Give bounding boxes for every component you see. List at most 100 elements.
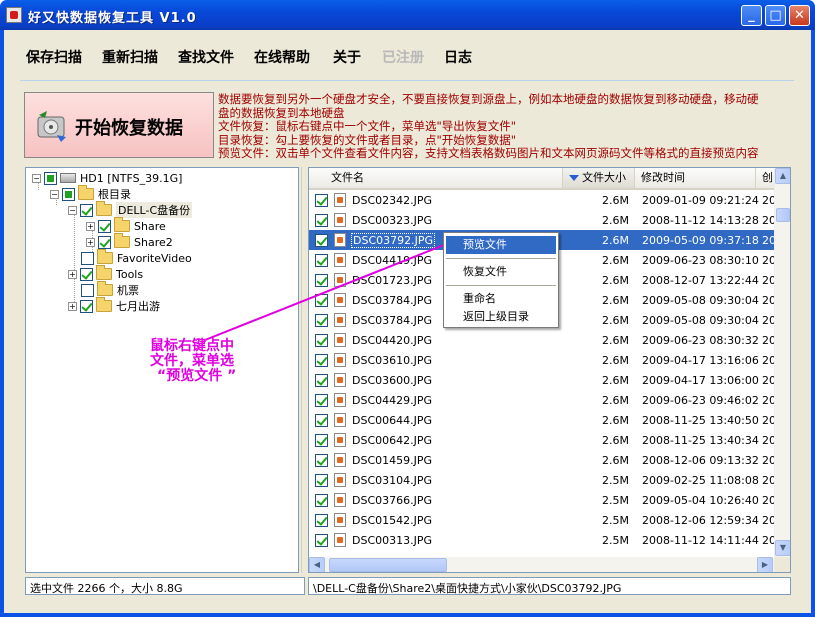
file-mtime: 2008-12-07 13:22:44 <box>642 274 759 287</box>
menu-save-scan[interactable]: 保存扫描 <box>26 47 82 67</box>
scroll-right-button[interactable]: ▶ <box>757 557 773 572</box>
jpg-file-icon <box>334 233 346 247</box>
title-bar[interactable]: 好又快数据恢复工具 V1.0 _ □ ✕ <box>0 0 815 30</box>
table-row[interactable]: DSC03610.JPG 2.6M 2009-04-17 13:16:0620 <box>309 350 774 370</box>
row-checkbox[interactable] <box>315 454 328 467</box>
file-ctime: 20 <box>762 334 774 347</box>
row-checkbox[interactable] <box>315 434 328 447</box>
tree-checkbox[interactable] <box>80 203 93 217</box>
column-header-mtime[interactable]: 修改时间 <box>635 168 756 188</box>
collapse-icon[interactable]: − <box>68 205 77 215</box>
file-ctime: 20 <box>762 314 774 327</box>
file-size: 2.6M <box>602 294 629 307</box>
jpg-file-icon <box>334 413 346 427</box>
table-row[interactable]: DSC03104.JPG 2.5M 2009-02-25 11:08:0820 <box>309 470 774 490</box>
row-checkbox[interactable] <box>315 254 328 267</box>
row-checkbox[interactable] <box>315 314 328 327</box>
row-checkbox[interactable] <box>315 374 328 387</box>
row-checkbox[interactable] <box>315 294 328 307</box>
menu-rescan[interactable]: 重新扫描 <box>102 47 158 67</box>
tree-checkbox[interactable] <box>62 187 75 201</box>
scroll-left-button[interactable]: ◀ <box>309 557 325 572</box>
row-checkbox[interactable] <box>315 214 328 227</box>
tree-node-share[interactable]: + Share <box>86 217 166 234</box>
tree-checkbox[interactable] <box>44 171 57 185</box>
expand-icon[interactable]: + <box>86 237 95 247</box>
row-checkbox[interactable] <box>315 494 328 507</box>
table-row[interactable]: DSC04429.JPG 2.6M 2009-06-23 09:46:0220 <box>309 390 774 410</box>
horizontal-scrollbar[interactable]: ◀ ▶ <box>309 557 774 572</box>
table-row[interactable]: DSC01542.JPG 2.5M 2008-12-06 12:59:3420 <box>309 510 774 530</box>
expand-icon[interactable]: + <box>68 269 77 279</box>
tree-node-dell-backup[interactable]: − DELL-C盘备份 <box>68 201 193 218</box>
tree-checkbox[interactable] <box>81 251 94 265</box>
panel-splitter[interactable] <box>301 167 308 573</box>
column-header-name[interactable]: 文件名 <box>309 168 563 188</box>
tree-node-tools[interactable]: + Tools <box>68 265 143 282</box>
row-checkbox[interactable] <box>315 334 328 347</box>
tree-checkbox[interactable] <box>98 219 111 233</box>
file-mtime: 2009-06-23 08:30:32 <box>642 334 759 347</box>
scroll-down-button[interactable]: ▼ <box>775 540 790 556</box>
vertical-scrollbar[interactable]: ▲ ▼ <box>774 168 790 557</box>
row-checkbox[interactable] <box>315 194 328 207</box>
column-header-size[interactable]: 文件大小 <box>563 168 635 188</box>
table-row[interactable]: DSC02342.JPG 2.6M 2009-01-09 09:21:2420 <box>309 190 774 210</box>
vertical-scroll-thumb[interactable] <box>776 208 790 222</box>
table-row[interactable]: DSC00323.JPG 2.6M 2008-11-12 14:13:2820 <box>309 210 774 230</box>
ctx-recover-file[interactable]: 恢复文件 <box>446 263 556 281</box>
tree-checkbox[interactable] <box>81 283 94 297</box>
table-row[interactable]: DSC00644.JPG 2.6M 2008-11-25 13:40:5020 <box>309 410 774 430</box>
table-row[interactable]: DSC03600.JPG 2.6M 2009-04-17 13:06:0020 <box>309 370 774 390</box>
row-checkbox[interactable] <box>315 534 328 547</box>
table-row[interactable]: DSC00642.JPG 2.6M 2008-11-25 13:40:3420 <box>309 430 774 450</box>
menu-online-help[interactable]: 在线帮助 <box>254 47 310 67</box>
tree-node-label: 七月出游 <box>116 300 160 313</box>
menu-divider <box>20 80 794 81</box>
row-checkbox[interactable] <box>315 514 328 527</box>
start-recover-button[interactable]: 开始恢复数据 <box>24 92 214 158</box>
tree-checkbox[interactable] <box>80 267 93 281</box>
row-checkbox[interactable] <box>315 354 328 367</box>
tree-node-qiyue[interactable]: + 七月出游 <box>68 297 160 314</box>
close-button[interactable]: ✕ <box>789 5 810 26</box>
row-checkbox[interactable] <box>315 414 328 427</box>
collapse-icon[interactable]: − <box>50 189 59 199</box>
table-row[interactable]: DSC04420.JPG 2.6M 2009-06-23 08:30:3220 <box>309 330 774 350</box>
app-icon <box>6 7 22 23</box>
tree-node-drive[interactable]: − HD1 [NTFS_39.1G] <box>32 170 182 186</box>
file-ctime: 20 <box>762 434 774 447</box>
file-mtime: 2008-12-06 09:13:32 <box>642 454 759 467</box>
table-row[interactable]: DSC01459.JPG 2.6M 2008-12-06 09:13:3220 <box>309 450 774 470</box>
menu-about[interactable]: 关于 <box>333 47 361 67</box>
row-checkbox[interactable] <box>315 394 328 407</box>
tree-node-favoritevideo[interactable]: FavoriteVideo <box>81 249 192 266</box>
maximize-button[interactable]: □ <box>765 5 786 26</box>
file-size: 2.5M <box>602 534 629 547</box>
scroll-up-button[interactable]: ▲ <box>775 168 790 184</box>
expand-icon[interactable]: + <box>86 221 95 231</box>
file-mtime: 2008-11-25 13:40:50 <box>642 414 759 427</box>
file-size: 2.5M <box>602 514 629 527</box>
row-checkbox[interactable] <box>315 234 328 247</box>
expand-icon[interactable]: + <box>68 301 77 311</box>
table-row[interactable]: DSC00313.JPG 2.5M 2008-11-12 14:11:4420 <box>309 530 774 550</box>
menu-find-file[interactable]: 查找文件 <box>178 47 234 67</box>
ctx-parent-dir[interactable]: 返回上级目录 <box>446 308 556 326</box>
tree-node-share2[interactable]: + Share2 <box>86 233 173 250</box>
table-row[interactable]: DSC03766.JPG 2.5M 2009-05-04 10:26:4020 <box>309 490 774 510</box>
tree-node-root[interactable]: − 根目录 <box>50 185 131 202</box>
tree-checkbox[interactable] <box>98 235 111 249</box>
horizontal-scroll-thumb[interactable] <box>329 558 447 572</box>
ctx-preview-file[interactable]: 预览文件 <box>446 236 556 254</box>
minimize-button[interactable]: _ <box>741 5 762 26</box>
file-list[interactable]: 文件名 文件大小 修改时间 创 DSC02342.JPG 2.6M 2009-01-… <box>308 167 791 573</box>
collapse-icon[interactable]: − <box>32 173 41 183</box>
row-checkbox[interactable] <box>315 274 328 287</box>
file-size: 2.6M <box>602 254 629 267</box>
tree-checkbox[interactable] <box>80 299 93 313</box>
row-checkbox[interactable] <box>315 474 328 487</box>
tree-node-jipiao[interactable]: 机票 <box>81 281 139 298</box>
ctx-rename[interactable]: 重命名 <box>446 290 556 308</box>
menu-log[interactable]: 日志 <box>444 47 472 67</box>
